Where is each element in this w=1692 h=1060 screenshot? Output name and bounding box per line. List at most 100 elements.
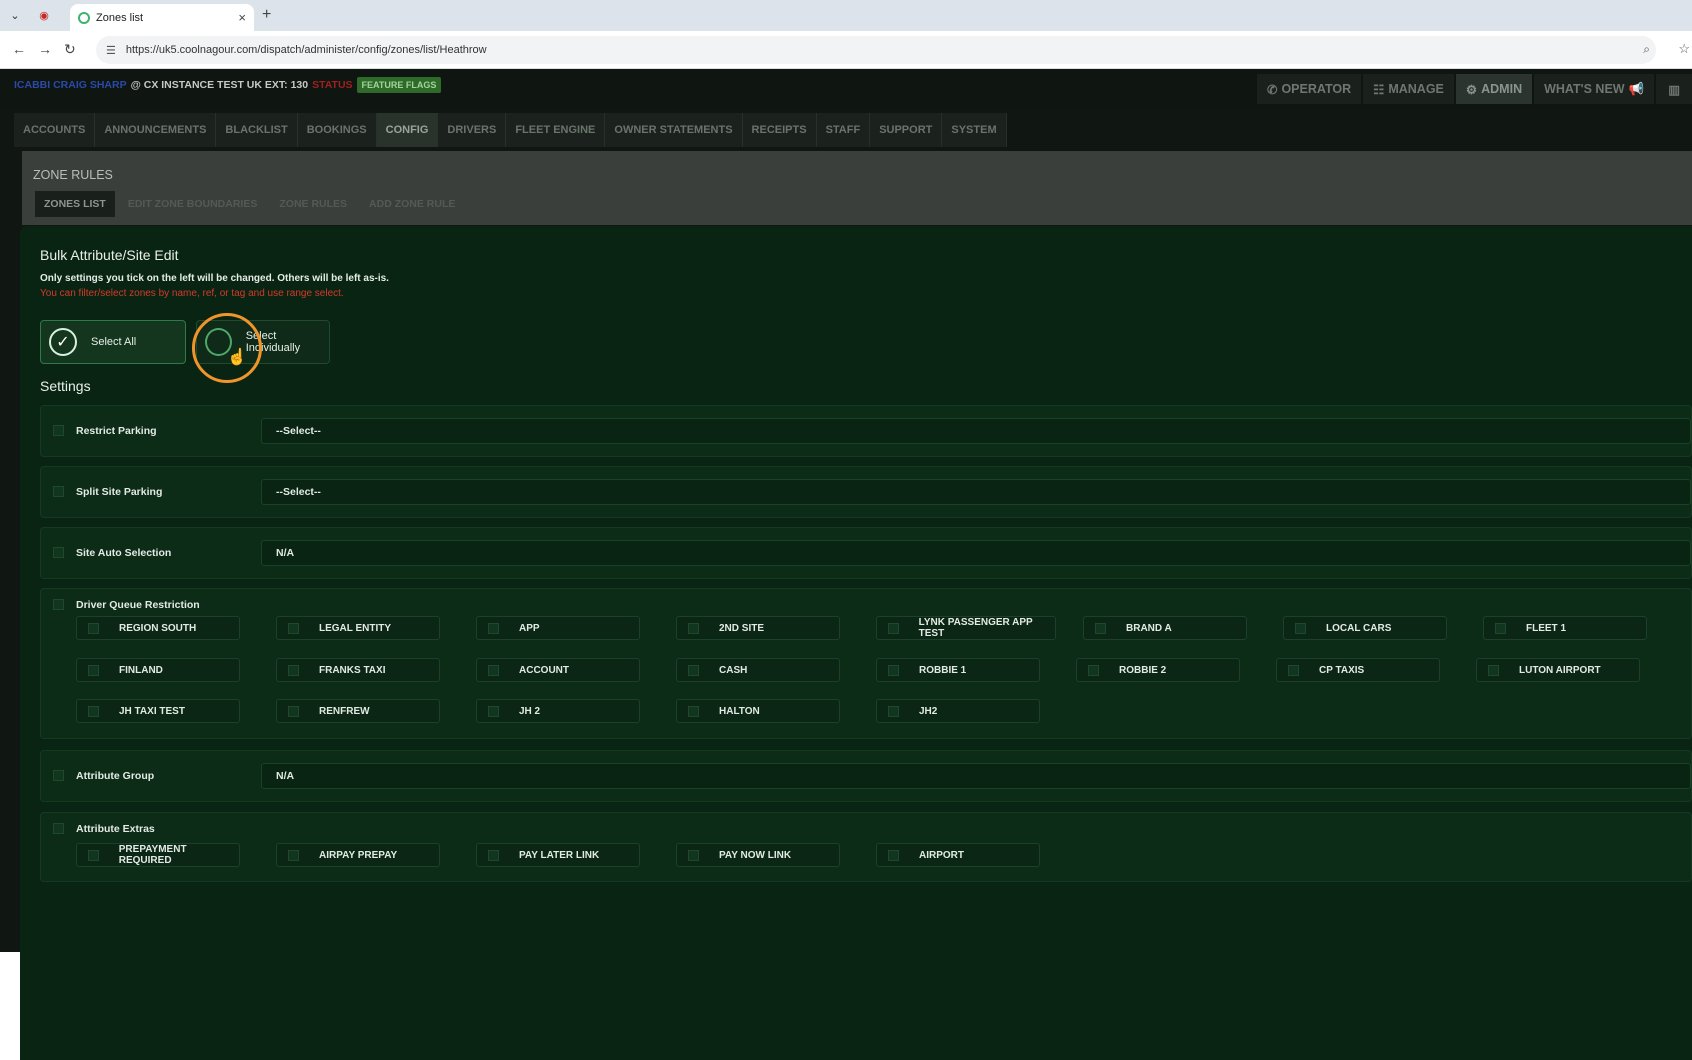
- dq-option[interactable]: LUTON AIRPORT: [1476, 658, 1640, 682]
- attribute-group-checkbox[interactable]: [53, 770, 64, 781]
- zoom-icon[interactable]: ⌕: [1643, 42, 1650, 57]
- dq-option[interactable]: BRAND A: [1083, 616, 1247, 640]
- site-settings-icon[interactable]: ☰: [106, 44, 116, 57]
- split-site-parking-checkbox[interactable]: [53, 486, 64, 497]
- dq-option[interactable]: CASH: [676, 658, 840, 682]
- dq-option[interactable]: JH 2: [476, 699, 640, 723]
- dq-checkbox[interactable]: [488, 705, 499, 717]
- restrict-parking-checkbox[interactable]: [53, 425, 64, 436]
- browser-tab[interactable]: Zones list ×: [70, 4, 254, 31]
- record-icon[interactable]: ◉: [35, 6, 53, 24]
- subtab-zone-rules[interactable]: ZONE RULES: [270, 191, 356, 217]
- subtab-zones-list[interactable]: ZONES LIST: [35, 191, 115, 217]
- dq-checkbox[interactable]: [288, 705, 299, 717]
- dq-option[interactable]: LOCAL CARS: [1283, 616, 1447, 640]
- dq-checkbox[interactable]: [888, 664, 899, 676]
- dq-checkbox[interactable]: [88, 622, 99, 634]
- dq-checkbox[interactable]: [688, 664, 699, 676]
- dq-option[interactable]: REGION SOUTH: [76, 616, 240, 640]
- star-icon[interactable]: ☆: [1678, 41, 1690, 57]
- dq-checkbox[interactable]: [1295, 622, 1306, 634]
- extra-checkbox[interactable]: [888, 849, 899, 861]
- extra-checkbox[interactable]: [488, 849, 499, 861]
- tab-system[interactable]: SYSTEM: [942, 113, 1007, 147]
- forward-icon[interactable]: →: [38, 41, 52, 57]
- tab-blacklist[interactable]: BLACKLIST: [216, 113, 298, 147]
- nav-whats-new[interactable]: WHAT'S NEW 📢: [1534, 74, 1655, 104]
- dq-option[interactable]: JH2: [876, 699, 1040, 723]
- site-auto-selection-checkbox[interactable]: [53, 547, 64, 558]
- new-tab-button[interactable]: +: [262, 6, 271, 24]
- tab-config[interactable]: CONFIG: [376, 113, 439, 147]
- nav-operator[interactable]: ✆ OPERATOR: [1256, 74, 1362, 104]
- dq-option[interactable]: CP TAXIS: [1276, 658, 1440, 682]
- extra-checkbox[interactable]: [288, 849, 299, 861]
- tab-owner-statements[interactable]: OWNER STATEMENTS: [605, 113, 743, 147]
- url-field[interactable]: ☰ https://uk5.coolnagour.com/dispatch/ad…: [96, 36, 1656, 64]
- back-icon[interactable]: ←: [12, 41, 26, 57]
- dq-checkbox[interactable]: [888, 705, 899, 717]
- tab-fleet-engine[interactable]: FLEET ENGINE: [506, 113, 606, 147]
- dq-checkbox[interactable]: [1088, 664, 1099, 676]
- chevron-down-icon[interactable]: ⌄: [6, 6, 24, 24]
- select-all-button[interactable]: ✓ Select All: [40, 320, 186, 364]
- split-site-parking-select[interactable]: --Select--: [261, 479, 1691, 505]
- dq-option[interactable]: ROBBIE 2: [1076, 658, 1240, 682]
- dq-checkbox[interactable]: [288, 622, 299, 634]
- extra-option[interactable]: PREPAYMENT REQUIRED: [76, 843, 240, 867]
- restrict-parking-select[interactable]: --Select--: [261, 418, 1691, 444]
- driver-queue-restriction-checkbox[interactable]: [53, 599, 64, 610]
- close-tab-icon[interactable]: ×: [238, 10, 246, 25]
- extra-option[interactable]: AIRPORT: [876, 843, 1040, 867]
- user-name[interactable]: ICABBI CRAIG SHARP: [14, 79, 127, 91]
- extra-option[interactable]: PAY LATER LINK: [476, 843, 640, 867]
- dq-option[interactable]: LEGAL ENTITY: [276, 616, 440, 640]
- dq-option[interactable]: ACCOUNT: [476, 658, 640, 682]
- dq-option[interactable]: JH TAXI TEST: [76, 699, 240, 723]
- dq-checkbox[interactable]: [1288, 664, 1299, 676]
- dq-checkbox[interactable]: [688, 622, 699, 634]
- dq-option[interactable]: FINLAND: [76, 658, 240, 682]
- dq-checkbox[interactable]: [1095, 622, 1106, 634]
- tab-staff[interactable]: STAFF: [817, 113, 871, 147]
- subtab-edit-zone-boundaries[interactable]: EDIT ZONE BOUNDARIES: [119, 191, 267, 217]
- extra-option-label: AIRPAY PREPAY: [319, 849, 398, 861]
- attribute-group-field[interactable]: N/A: [261, 763, 1691, 789]
- tab-drivers[interactable]: DRIVERS: [438, 113, 507, 147]
- dq-option[interactable]: FLEET 1: [1483, 616, 1647, 640]
- extra-option[interactable]: PAY NOW LINK: [676, 843, 840, 867]
- dq-option[interactable]: LYNK PASSENGER APP TEST: [876, 616, 1056, 640]
- tab-support[interactable]: SUPPORT: [870, 113, 943, 147]
- site-auto-selection-field[interactable]: N/A: [261, 540, 1691, 566]
- nav-manage[interactable]: ☷ MANAGE: [1363, 74, 1454, 104]
- nav-stats[interactable]: ▥: [1656, 74, 1692, 104]
- dq-checkbox[interactable]: [88, 664, 99, 676]
- extra-checkbox[interactable]: [688, 849, 699, 861]
- dq-option[interactable]: RENFREW: [276, 699, 440, 723]
- dq-checkbox[interactable]: [1488, 664, 1499, 676]
- extra-checkbox[interactable]: [88, 849, 99, 861]
- tab-announcements[interactable]: ANNOUNCEMENTS: [95, 113, 217, 147]
- dq-option[interactable]: FRANKS TAXI: [276, 658, 440, 682]
- dq-checkbox[interactable]: [888, 622, 899, 634]
- tab-accounts[interactable]: ACCOUNTS: [14, 113, 96, 147]
- tab-receipts[interactable]: RECEIPTS: [743, 113, 817, 147]
- dq-option[interactable]: APP: [476, 616, 640, 640]
- dq-option[interactable]: ROBBIE 1: [876, 658, 1040, 682]
- tab-bookings[interactable]: BOOKINGS: [298, 113, 377, 147]
- attribute-extras-checkbox[interactable]: [53, 823, 64, 834]
- dq-checkbox[interactable]: [488, 622, 499, 634]
- subtab-add-zone-rule[interactable]: ADD ZONE RULE: [360, 191, 464, 217]
- dq-option[interactable]: 2ND SITE: [676, 616, 840, 640]
- reload-icon[interactable]: ↻: [64, 41, 76, 58]
- dq-option-label: FRANKS TAXI: [319, 664, 386, 676]
- extra-option[interactable]: AIRPAY PREPAY: [276, 843, 440, 867]
- dq-checkbox[interactable]: [88, 705, 99, 717]
- dq-checkbox[interactable]: [1495, 622, 1506, 634]
- feature-flags-button[interactable]: FEATURE FLAGS: [356, 77, 442, 93]
- nav-admin[interactable]: ⚙ ADMIN: [1455, 74, 1533, 104]
- dq-option[interactable]: HALTON: [676, 699, 840, 723]
- dq-checkbox[interactable]: [688, 705, 699, 717]
- dq-checkbox[interactable]: [288, 664, 299, 676]
- dq-checkbox[interactable]: [488, 664, 499, 676]
